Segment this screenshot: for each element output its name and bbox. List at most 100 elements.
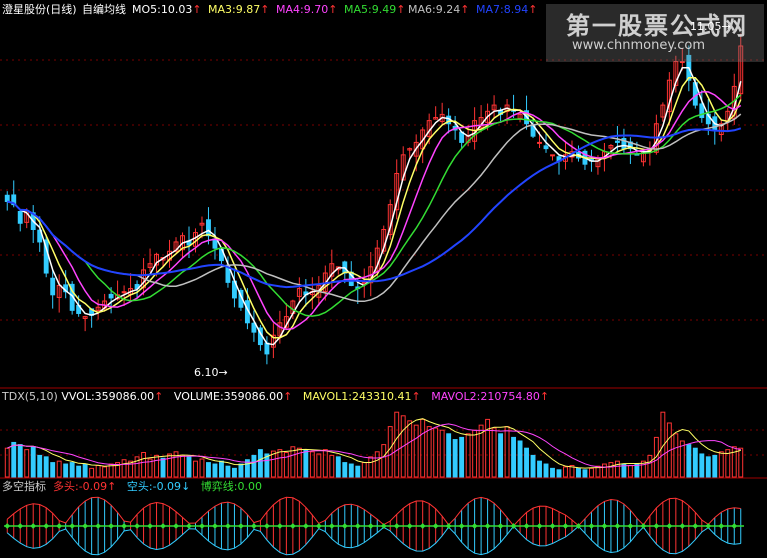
volume-bar (738, 447, 744, 478)
volume-header: TDX(5,10) VVOL:359086.00↑ VOLUME:359086.… (2, 390, 549, 404)
game-line-marker (367, 523, 374, 529)
volume-bar (712, 454, 718, 478)
volume-bar (537, 460, 542, 478)
game-line-marker (251, 523, 257, 529)
game-line-marker (471, 523, 478, 529)
indicator-name: 自编均线 (82, 3, 126, 16)
volume-bar (361, 462, 367, 478)
arrow-right-icon: → (721, 20, 731, 33)
game-line-marker (653, 523, 660, 529)
low-label: 6.10 (194, 366, 219, 379)
game-line-marker (212, 523, 218, 529)
volume-bar (627, 464, 633, 478)
ma-value-ma4: MA4:9.70 (276, 3, 329, 16)
up-arrow-icon: ↑ (539, 390, 550, 403)
volume-bar (498, 433, 504, 478)
volume-bar (381, 444, 387, 478)
high-annotation: 11.05→ (690, 20, 731, 34)
volume-bar (374, 451, 380, 478)
candle-body (212, 238, 218, 249)
volume-bar (69, 462, 75, 478)
candle-body (121, 291, 127, 294)
game-line-marker (56, 523, 63, 529)
game-line-marker (328, 523, 335, 529)
candle-body (206, 219, 211, 237)
volume-bar (134, 456, 140, 478)
game-line-marker (445, 523, 452, 529)
game-line-marker (95, 523, 101, 529)
volume-bar (550, 467, 555, 478)
volume-bar (82, 463, 88, 478)
ma-label-ma6: MA6:9.24↑ (408, 3, 469, 17)
volume-bar (63, 463, 69, 478)
volume-bar (491, 427, 497, 478)
candle-body (543, 145, 549, 150)
volume-bar (11, 441, 17, 478)
volume-bar (647, 454, 653, 478)
volume-bar (238, 463, 244, 478)
game-line-marker (497, 523, 504, 529)
mavol1-line (6, 418, 741, 469)
candle-body (50, 277, 56, 296)
game-line-marker (69, 523, 75, 529)
volume-bar (231, 467, 237, 478)
volume-bar (517, 440, 523, 478)
stock-name: 澄星股份(日线) (2, 3, 77, 16)
volume-bar (485, 418, 491, 478)
volume-bar (426, 426, 432, 478)
candle-body (17, 210, 23, 224)
volume-bar (95, 464, 101, 478)
volume-bar (37, 454, 43, 478)
volume-bar (102, 466, 108, 478)
game-line-marker (614, 523, 621, 529)
watermark: 第一股票公式网 www.chnmoney.com (546, 4, 764, 62)
ma-label-ma7: MA7:8.94↑ (476, 3, 537, 17)
volume-bar (472, 429, 478, 478)
game-line-marker (549, 523, 556, 529)
volume-bar (303, 449, 309, 478)
volume-bar (154, 454, 159, 478)
volume-bar (322, 449, 328, 478)
volume-bar (4, 447, 10, 478)
vvol-label: VVOL:359086.00 (61, 390, 155, 403)
volume-bar (543, 463, 549, 478)
volume-bar (309, 451, 315, 478)
volume-bar (524, 447, 529, 478)
volume-bar (446, 433, 452, 478)
game-line-marker (705, 523, 712, 529)
volume-bar (705, 456, 711, 478)
game-line-marker (17, 523, 24, 529)
volume-bar (24, 449, 30, 478)
candle-body (264, 342, 270, 355)
low-annotation: 6.10→ (194, 366, 228, 380)
up-arrow-icon: ↑ (283, 390, 293, 403)
volume-bar (452, 439, 458, 478)
volume-bar (407, 420, 413, 478)
game-line-marker (432, 523, 439, 529)
game-line-marker (341, 523, 348, 529)
volume-bar (277, 449, 283, 478)
volume-bar (167, 453, 172, 478)
candle-body (550, 154, 555, 157)
game-line-marker (692, 523, 699, 529)
up-arrow-icon: ↑ (192, 3, 202, 16)
ma-value-ma3: MA3:9.87 (208, 3, 261, 16)
game-line-marker (290, 523, 296, 529)
volume-bar (686, 444, 692, 478)
up-arrow-icon: ↑ (107, 480, 117, 493)
game-line-marker (731, 523, 738, 529)
volume-bar (56, 460, 62, 478)
game-line-marker (315, 523, 322, 529)
mavol2-label: MAVOL2:210754.80 (431, 390, 540, 403)
high-label: 11.05 (690, 20, 722, 33)
volume-label: VOLUME:359086.00 (173, 390, 284, 403)
game-line-marker (718, 523, 725, 529)
game-line-marker (173, 523, 179, 529)
game-line-marker (354, 523, 361, 529)
volume-bar (394, 411, 400, 478)
watermark-url: www.chnmoney.com (572, 38, 706, 53)
candle-body (614, 140, 620, 143)
volume-bar (563, 466, 568, 478)
game-line-marker (393, 523, 400, 529)
game-line-marker (562, 523, 569, 529)
